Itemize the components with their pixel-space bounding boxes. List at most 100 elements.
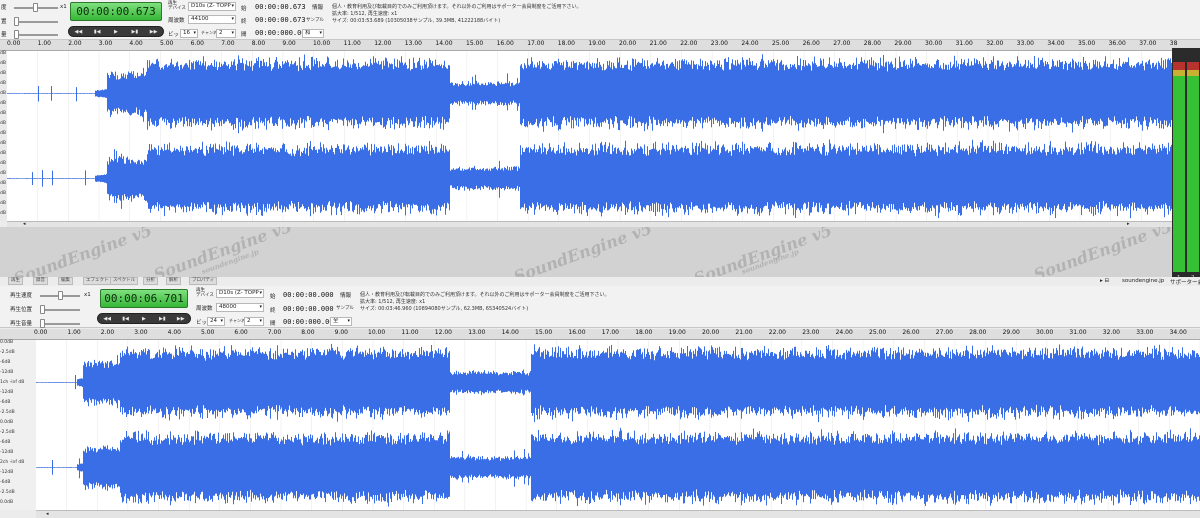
db-tick: dB: [0, 171, 6, 176]
db-tick: dB: [0, 71, 6, 76]
bottom-control-bar: 再生速度 x1 再生位置 再生音量 00:00:06.701 ◀◀ ▮◀ ▶ ▶…: [0, 286, 1200, 328]
bottom-scrollbar[interactable]: ◂: [36, 510, 1200, 518]
info-line-2: 拡大率: 1/512, 再生速度: x1: [360, 299, 426, 305]
supporter-link[interactable]: サポーター会: [1170, 278, 1200, 286]
frequency-select[interactable]: 44100: [188, 15, 236, 24]
fast-forward-icon[interactable]: ▶▶: [175, 316, 187, 322]
info-label: 情報: [312, 5, 324, 11]
ruler-tick: 31.00: [1069, 329, 1087, 336]
volume-slider[interactable]: [14, 34, 58, 36]
playback-position-label: 再生位置: [10, 307, 33, 313]
ruler-tick: 21.00: [649, 40, 667, 47]
play-icon[interactable]: ▶: [138, 316, 150, 322]
prev-icon[interactable]: ▮◀: [91, 29, 103, 35]
ruler-tick: 38: [1169, 40, 1178, 47]
channel-select[interactable]: 2: [244, 317, 264, 326]
device-label: 再生 デバイス: [168, 1, 186, 11]
device-select[interactable]: D10s (Z- TOPP: [188, 2, 236, 11]
ruler-tick: 11.00: [343, 40, 361, 47]
ruler-tick: 0.00: [34, 329, 48, 336]
length-label: 間: [270, 321, 276, 327]
unit-select[interactable]: 和: [302, 29, 324, 38]
end-time[interactable]: 00:00:00.000: [283, 305, 334, 313]
ruler-tick: 11.00: [401, 329, 419, 336]
rewind-icon[interactable]: ◀◀: [101, 316, 113, 322]
playback-volume-slider[interactable]: [40, 323, 80, 325]
scroll-left-icon[interactable]: ◂: [46, 511, 49, 517]
sample-label: サンプル: [336, 306, 354, 311]
db-label: -6dB: [0, 440, 11, 445]
frequency-select[interactable]: 48000: [216, 303, 264, 312]
position-slider-thumb[interactable]: [14, 17, 19, 26]
ruler-tick: 22.00: [768, 329, 786, 336]
tab-analysis[interactable]: 分析: [143, 277, 158, 285]
db-label: 0.0dB: [0, 500, 14, 505]
device-select[interactable]: D10s (Z- TOPP: [216, 289, 264, 298]
bit-select[interactable]: 16: [180, 29, 198, 38]
db-tick: dB: [0, 101, 6, 106]
ruler-tick: 28.00: [969, 329, 987, 336]
ruler-tick: 32.00: [1102, 329, 1120, 336]
db-label: -2.5dB: [0, 410, 15, 415]
site-link[interactable]: soundengine.jp: [1122, 278, 1164, 284]
bit-select[interactable]: 24: [207, 317, 225, 326]
watermark-1: SoundEngine v5: [11, 227, 155, 277]
end-time[interactable]: 00:00:00.673: [255, 16, 306, 24]
speed-slider-thumb[interactable]: [33, 3, 38, 12]
tab-properties[interactable]: プロパティ: [189, 277, 218, 285]
start-label: 始: [241, 6, 247, 12]
tab-effect[interactable]: エフェクト: [83, 277, 112, 285]
next-icon[interactable]: ▶▮: [129, 29, 141, 35]
playback-position-thumb[interactable]: [40, 305, 45, 314]
db-label: 0.0dB: [0, 340, 14, 345]
ruler-tick: 6.00: [234, 329, 248, 336]
ruler-tick: 30.00: [1036, 329, 1054, 336]
tab-strip: 再生 録音 編集 エフェクト スペクトル 分析 解析 プロパティ ▸ ⊟ sou…: [0, 277, 1200, 286]
ruler-tick: 18.00: [557, 40, 575, 47]
db-tick: dB: [0, 81, 6, 86]
ruler-tick: 30.00: [925, 40, 943, 47]
ruler-tick: 21.00: [735, 329, 753, 336]
ruler-tick: 17.00: [527, 40, 545, 47]
bottom-db-scale: 0.0dB -2.5dB -6dB -12dB 1ch -inf dB -12dB -6dB…: [0, 340, 36, 510]
ruler-tick: 14.00: [435, 40, 453, 47]
channel-select[interactable]: 2: [216, 29, 236, 38]
bottom-waveform[interactable]: [36, 340, 1200, 510]
next-icon[interactable]: ▶▮: [156, 316, 168, 322]
bottom-time-ruler[interactable]: 0.00 1.00 2.00 3.00 4.00 5.00 6.00 7.00 8.00 9.00…: [0, 329, 1200, 340]
frequency-label: 周波数: [196, 306, 213, 312]
playback-speed-thumb[interactable]: [58, 291, 63, 300]
db-tick: dB: [0, 51, 6, 56]
unit-select[interactable]: 全: [330, 317, 352, 326]
ruler-tick: 33.00: [1016, 40, 1034, 47]
bottom-waveform-svg: [36, 340, 1200, 510]
volume-slider-thumb[interactable]: [14, 30, 19, 39]
tab-edit[interactable]: 編集: [58, 277, 73, 285]
start-time[interactable]: 00:00:00.673: [255, 3, 306, 11]
ruler-tick: 8.00: [301, 329, 315, 336]
playback-volume-thumb[interactable]: [40, 319, 45, 328]
tab-play[interactable]: 再生: [8, 277, 23, 285]
position-slider[interactable]: [14, 21, 58, 23]
position-label: 置: [1, 19, 7, 25]
info-line-2: 拡大率: 1/512, 再生速度: x1: [332, 11, 398, 17]
tab-record[interactable]: 録音: [33, 277, 48, 285]
ruler-tick: 24.00: [741, 40, 759, 47]
start-time[interactable]: 00:00:00.000: [283, 291, 334, 299]
top-time-ruler[interactable]: 0.00 1.00 2.00 3.00 4.00 5.00 6.00 7.00 8.00 9.00…: [0, 40, 1200, 51]
ruler-tick: 33.00: [1136, 329, 1154, 336]
fast-forward-icon[interactable]: ▶▶: [148, 29, 160, 35]
expand-icon[interactable]: ▸ ⊟: [1100, 278, 1109, 284]
end-label: 終: [270, 308, 276, 314]
info-line-1: 個人・教育利用及び転載目的でのみご利用頂けます。それ以外のご利用はサポーター会員…: [332, 4, 582, 10]
play-icon[interactable]: ▶: [110, 29, 122, 35]
playback-volume-label: 再生音量: [10, 321, 33, 327]
rewind-icon[interactable]: ◀◀: [72, 29, 84, 35]
ruler-tick: 37.00: [1139, 40, 1157, 47]
top-waveform[interactable]: [7, 51, 1172, 221]
playback-position-slider[interactable]: [40, 309, 80, 311]
tab-analyze[interactable]: 解析: [166, 277, 181, 285]
tab-spectrum[interactable]: スペクトル: [110, 277, 139, 285]
prev-icon[interactable]: ▮◀: [120, 316, 132, 322]
ruler-tick: 14.00: [501, 329, 519, 336]
